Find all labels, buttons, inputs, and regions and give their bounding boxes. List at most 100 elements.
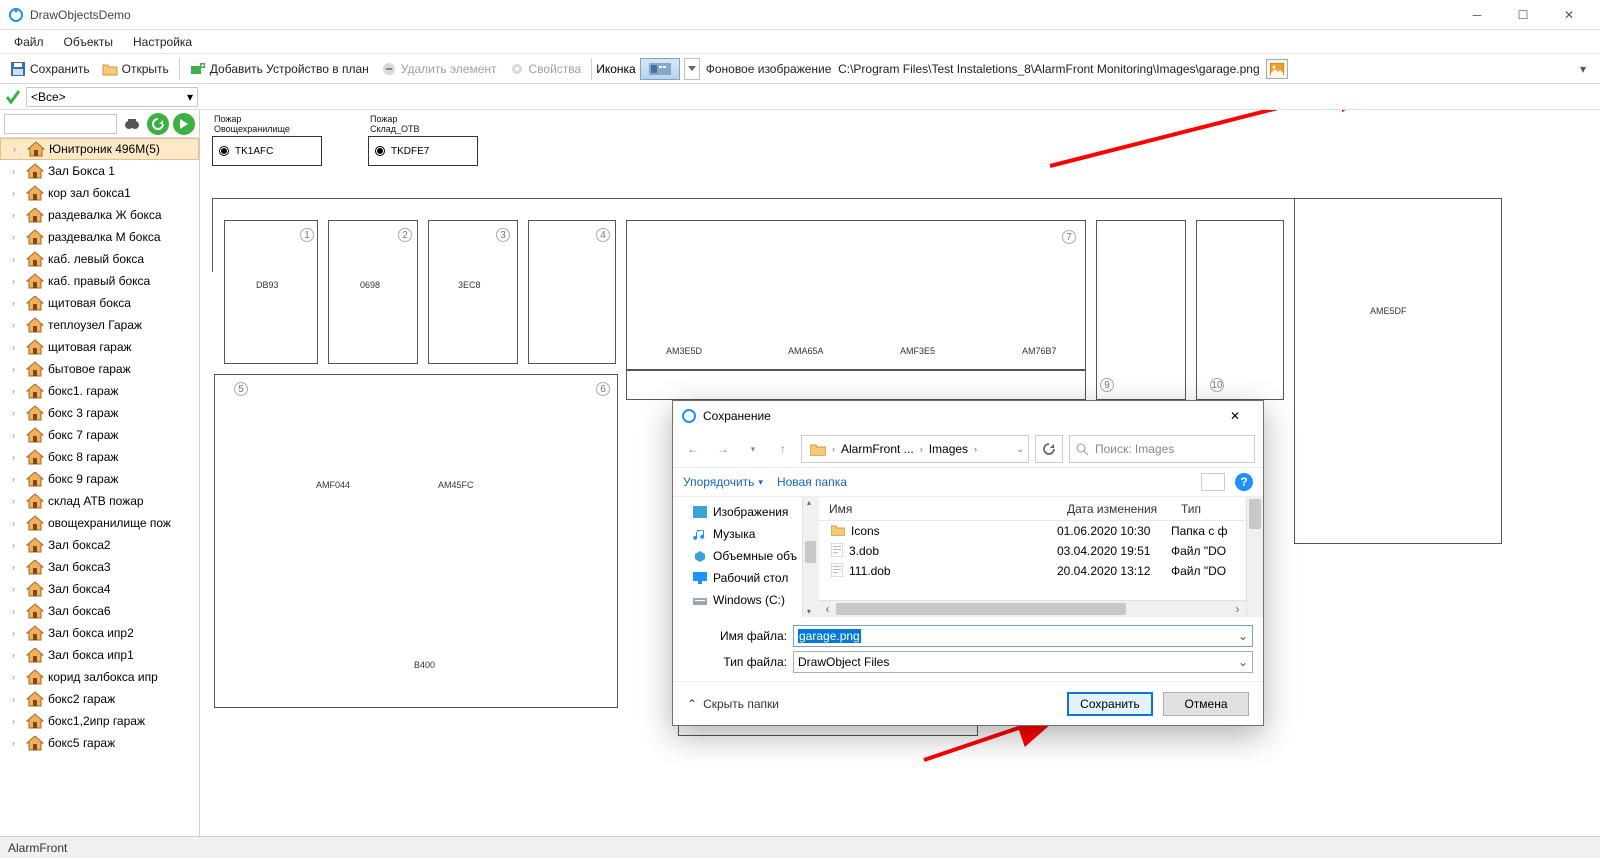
file-row[interactable]: Icons01.06.2020 10:30Папка с ф (819, 521, 1246, 541)
expand-icon[interactable]: › (12, 386, 22, 396)
tree-item[interactable]: ›раздевалка М бокса (0, 226, 199, 248)
toolbar-overflow-dropdown[interactable]: ▾ (1580, 62, 1596, 76)
tree-item[interactable]: ›Зал бокса2 (0, 534, 199, 556)
nav-tree-item[interactable]: Рабочий стол (673, 567, 818, 589)
tree-item[interactable]: ›Зал бокса4 (0, 578, 199, 600)
expand-icon[interactable]: › (12, 540, 22, 550)
chevron-down-icon[interactable]: ⌄ (1238, 629, 1248, 643)
tree-item[interactable]: ›бытовое гараж (0, 358, 199, 380)
expand-icon[interactable]: › (12, 518, 22, 528)
expand-icon[interactable]: › (12, 562, 22, 572)
expand-icon[interactable]: › (12, 672, 22, 682)
expand-icon[interactable]: › (12, 694, 22, 704)
tree-item[interactable]: ›щитовая бокса (0, 292, 199, 314)
expand-icon[interactable]: › (12, 364, 22, 374)
play-button[interactable] (173, 113, 195, 135)
breadcrumb-segment[interactable]: AlarmFront ... (837, 442, 918, 456)
expand-icon[interactable]: › (12, 606, 22, 616)
dialog-close-button[interactable]: ✕ (1215, 409, 1255, 423)
tree-item[interactable]: ›бокс 8 гараж (0, 446, 199, 468)
filter-combo[interactable]: <Все> ▾ (26, 87, 198, 107)
new-folder-button[interactable]: Новая папка (777, 475, 847, 489)
chevron-down-icon[interactable]: ⌄ (1238, 655, 1248, 669)
help-button[interactable]: ? (1235, 473, 1253, 491)
filename-input[interactable]: garage.png ⌄ (793, 625, 1253, 647)
tree-item[interactable]: ›бокс1,2ипр гараж (0, 710, 199, 732)
expand-icon[interactable]: › (12, 430, 22, 440)
icon-picker-selected[interactable] (640, 58, 680, 80)
expand-icon[interactable]: › (12, 276, 22, 286)
bg-image-browse-button[interactable] (1266, 59, 1288, 79)
expand-icon[interactable]: › (12, 188, 22, 198)
icon-picker-dropdown[interactable] (684, 58, 700, 80)
tree-item[interactable]: ›раздевалка Ж бокса (0, 204, 199, 226)
chevron-down-icon[interactable]: ⌄ (1016, 444, 1024, 455)
window-maximize-button[interactable]: ☐ (1500, 0, 1546, 30)
organize-menu[interactable]: Упорядочить ▾ (683, 475, 763, 489)
file-row[interactable]: 111.dob20.04.2020 13:12Файл "DO (819, 561, 1246, 581)
expand-icon[interactable]: › (12, 474, 22, 484)
tree-item[interactable]: ›каб. правый бокса (0, 270, 199, 292)
save-button[interactable]: Сохранить (4, 57, 96, 81)
tree-item[interactable]: ›каб. левый бокса (0, 248, 199, 270)
chevron-down-icon[interactable]: ▾ (741, 437, 765, 461)
dialog-save-button[interactable]: Сохранить (1067, 692, 1153, 716)
expand-icon[interactable]: › (12, 628, 22, 638)
expand-icon[interactable]: › (12, 320, 22, 330)
window-minimize-button[interactable]: ─ (1454, 0, 1500, 30)
file-row[interactable]: 3.dob03.04.2020 19:51Файл "DO (819, 541, 1246, 561)
expand-icon[interactable]: › (12, 738, 22, 748)
breadcrumb[interactable]: › AlarmFront ... › Images › ⌄ (801, 435, 1029, 463)
dialog-search-input[interactable]: Поиск: Images (1069, 435, 1255, 463)
expand-icon[interactable]: › (12, 254, 22, 264)
menu-settings[interactable]: Настройка (125, 33, 200, 51)
breadcrumb-segment[interactable]: Images (925, 442, 972, 456)
tree-item[interactable]: ›бокс 9 гараж (0, 468, 199, 490)
expand-icon[interactable]: › (12, 210, 22, 220)
nav-tree-item[interactable]: Windows (C:) (673, 589, 818, 611)
expand-icon[interactable]: › (12, 584, 22, 594)
hide-folders-toggle[interactable]: ⌃Скрыть папки (687, 697, 779, 711)
expand-icon[interactable]: › (12, 298, 22, 308)
tree-item[interactable]: ›теплоузел Гараж (0, 314, 199, 336)
delete-element-button[interactable]: Удалить элемент (375, 57, 503, 81)
tree-item[interactable]: ›склад АТВ пожар (0, 490, 199, 512)
properties-button[interactable]: Свойства (503, 57, 588, 81)
nav-tree-scrollbar[interactable]: ▴▾ (802, 497, 818, 617)
tree-item[interactable]: ›Зал бокса ипр2 (0, 622, 199, 644)
sidebar-search-input[interactable] (4, 114, 117, 134)
device-box[interactable]: TK1AFC (212, 136, 322, 166)
tree-item[interactable]: ›Зал Бокса 1 (0, 160, 199, 182)
expand-icon[interactable]: › (13, 144, 23, 154)
nav-forward-button[interactable]: → (711, 437, 735, 461)
open-button[interactable]: Открыть (96, 57, 175, 81)
file-list-hscrollbar[interactable]: ‹› (819, 600, 1246, 617)
check-icon[interactable] (4, 88, 22, 106)
menu-objects[interactable]: Объекты (56, 33, 122, 51)
tree-item[interactable]: ›Зал бокса6 (0, 600, 199, 622)
tree-item[interactable]: ›овощехранилище пож (0, 512, 199, 534)
expand-icon[interactable]: › (12, 496, 22, 506)
tree-item[interactable]: ›Зал бокса ипр1 (0, 644, 199, 666)
nav-tree-item[interactable]: Музыка (673, 523, 818, 545)
add-device-button[interactable]: Добавить Устройство в план (184, 57, 375, 81)
nav-refresh-button[interactable] (1035, 435, 1063, 463)
nav-up-button[interactable]: ↑ (771, 437, 795, 461)
refresh-button[interactable] (147, 113, 169, 135)
tree-item[interactable]: ›бокс 7 гараж (0, 424, 199, 446)
expand-icon[interactable]: › (12, 408, 22, 418)
expand-icon[interactable]: › (12, 650, 22, 660)
file-list-vscrollbar[interactable] (1246, 497, 1263, 617)
view-mode-button[interactable] (1201, 473, 1225, 491)
tree-item[interactable]: ›щитовая гараж (0, 336, 199, 358)
filetype-select[interactable]: DrawObject Files ⌄ (793, 651, 1253, 673)
nav-tree-item[interactable]: Объемные объ (673, 545, 818, 567)
tree-item[interactable]: ›Юнитроник 496М(5) (0, 138, 199, 160)
tree-item[interactable]: ›Зал бокса3 (0, 556, 199, 578)
tree-item[interactable]: ›корид залбокса ипр (0, 666, 199, 688)
file-list-header[interactable]: Имя Дата изменения Тип (819, 497, 1246, 521)
nav-back-button[interactable]: ← (681, 437, 705, 461)
tree-item[interactable]: ›бокс 3 гараж (0, 402, 199, 424)
device-box[interactable]: TKDFE7 (368, 136, 478, 166)
tree-item[interactable]: ›кор зал бокса1 (0, 182, 199, 204)
